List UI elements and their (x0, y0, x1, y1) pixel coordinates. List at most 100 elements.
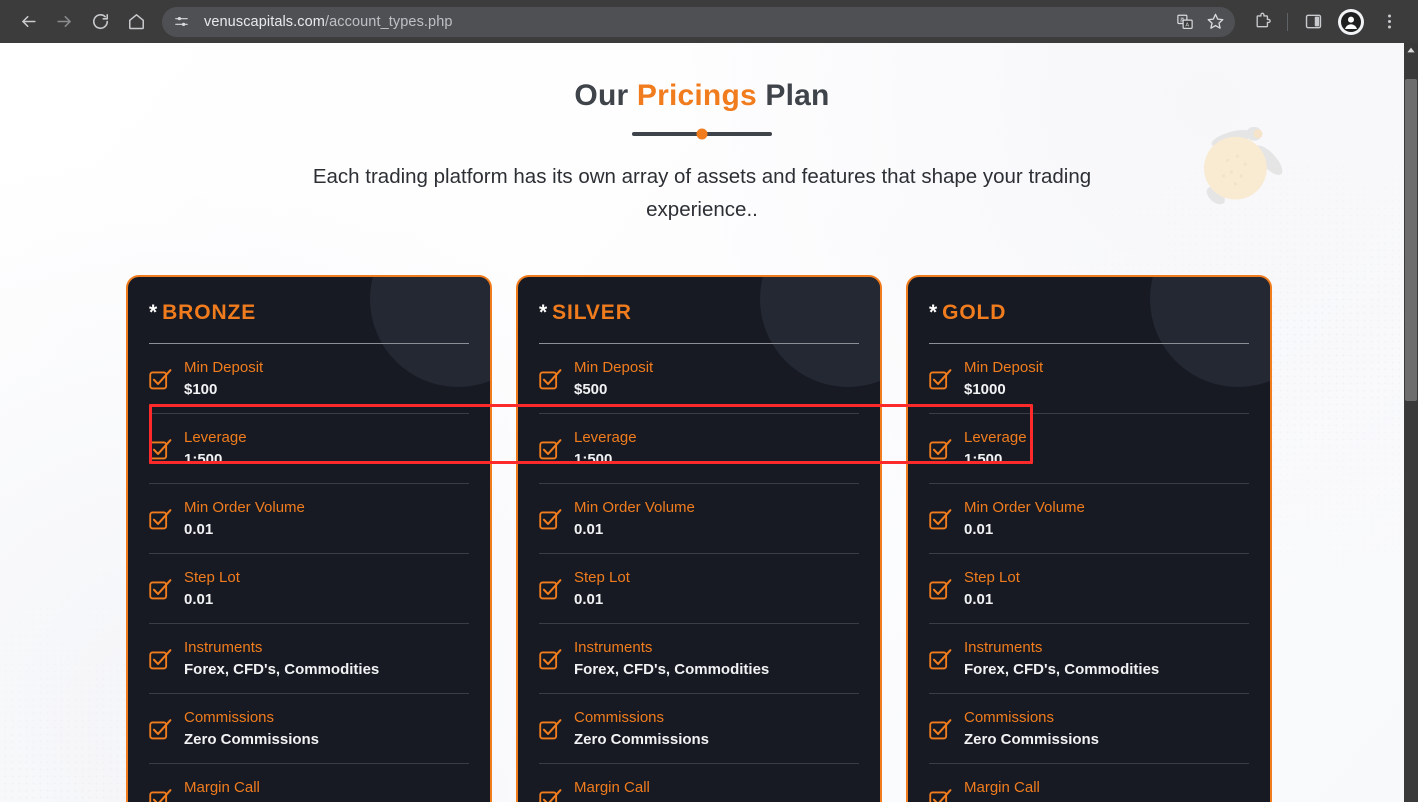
three-dots-vertical-icon (1387, 14, 1391, 29)
checkbox-checked-icon (539, 647, 562, 673)
feature-row[interactable]: Instruments Forex, CFD's, Commodities (929, 624, 1249, 694)
side-panel-button[interactable] (1298, 7, 1328, 37)
card-title: * BRONZE (149, 299, 469, 343)
feature-row[interactable]: Step Lot 0.01 (539, 554, 859, 624)
feature-label: Commissions (964, 709, 1055, 726)
feature-row[interactable]: Min Deposit $100 (149, 344, 469, 414)
pricing-card-gold[interactable]: * GOLD Min Deposit $1000 Leverage 1:500 Min Or… (906, 275, 1272, 802)
feature-label: Margin Call (574, 779, 650, 796)
feature-row[interactable]: Min Order Volume 0.01 (539, 484, 859, 554)
title-suffix: Plan (756, 79, 830, 112)
scrollbar-up-arrow[interactable] (1404, 43, 1418, 57)
card-title-text: GOLD (942, 301, 1007, 324)
home-button[interactable] (121, 7, 151, 37)
feature-row[interactable]: Leverage 1:500 (929, 414, 1249, 484)
feature-row[interactable]: Margin Call100% (929, 764, 1249, 802)
feature-row[interactable]: Commissions Zero Commissions (149, 694, 469, 764)
feature-row[interactable]: Step Lot 0.01 (149, 554, 469, 624)
feature-text: Min Order Volume 0.01 (184, 497, 305, 541)
feature-value: Forex, CFD's, Commodities (184, 661, 380, 678)
card-title-star: * (149, 301, 159, 324)
feature-value: 1:500 (574, 451, 613, 468)
feature-text: Min Deposit $500 (574, 357, 653, 401)
feature-row[interactable]: Leverage 1:500 (149, 414, 469, 484)
pricing-card-silver[interactable]: * SILVER Min Deposit $500 Leverage 1:500 Min O… (516, 275, 882, 802)
feature-row[interactable]: Margin Call100% (149, 764, 469, 802)
checkbox-checked-icon (929, 577, 952, 603)
feature-text: Step Lot 0.01 (574, 567, 630, 611)
checkbox-checked-icon (149, 507, 172, 533)
checkbox-checked-icon (929, 507, 952, 533)
chrome-menu-button[interactable] (1374, 7, 1404, 37)
feature-value: $100 (184, 381, 218, 398)
profile-button[interactable] (1336, 7, 1366, 37)
feature-row[interactable]: Min Order Volume 0.01 (929, 484, 1249, 554)
address-bar[interactable]: venuscapitals.com/account_types.php あ A (162, 6, 1235, 37)
feature-label: Commissions (574, 709, 665, 726)
feature-label: Step Lot (184, 569, 240, 586)
extensions-puzzle-icon (1256, 12, 1271, 28)
feature-value: $1000 (964, 381, 1006, 398)
feature-text: Leverage 1:500 (964, 427, 1027, 471)
reload-button[interactable] (85, 7, 115, 37)
title-prefix: Our (574, 79, 637, 112)
forward-button[interactable] (49, 7, 79, 37)
checkbox-checked-icon (929, 789, 952, 802)
bookmark-button[interactable] (1201, 8, 1229, 36)
feature-label: Min Order Volume (964, 499, 1085, 516)
avatar (1338, 8, 1364, 35)
site-settings-icon[interactable] (168, 9, 194, 35)
checkbox-checked-icon (929, 787, 952, 802)
vertical-scrollbar[interactable] (1404, 43, 1418, 802)
url-path: /account_types.php (324, 13, 453, 30)
feature-label: Instruments (964, 639, 1043, 656)
checkbox-checked-icon (929, 649, 952, 670)
scrollbar-thumb[interactable] (1405, 79, 1417, 401)
pricing-card-bronze[interactable]: * BRONZE Min Deposit $100 Leverage 1:500 Min O… (126, 275, 492, 802)
feature-value: 1:500 (964, 451, 1003, 468)
feature-label: Margin Call (964, 779, 1040, 796)
checkbox-checked-icon (929, 719, 952, 740)
feature-value: Forex, CFD's, Commodities (574, 661, 770, 678)
checkbox-checked-icon (539, 509, 562, 530)
pricing-header: Our Pricings Plan Each trading platform … (0, 43, 1404, 226)
feature-label: Margin Call (184, 779, 260, 796)
feature-row[interactable]: Commissions Zero Commissions (539, 694, 859, 764)
card-title-text: BRONZE (162, 301, 257, 324)
feature-row[interactable]: Commissions Zero Commissions (929, 694, 1249, 764)
card-title-star: * (539, 301, 549, 324)
feature-row[interactable]: Margin Call100% (539, 764, 859, 802)
checkbox-checked-icon (149, 509, 172, 530)
back-button[interactable] (13, 7, 43, 37)
feature-row[interactable]: Step Lot 0.01 (929, 554, 1249, 624)
title-accent: Pricings (636, 79, 757, 112)
checkbox-checked-icon (929, 369, 952, 390)
feature-row[interactable]: Instruments Forex, CFD's, Commodities (539, 624, 859, 694)
feature-value: 0.01 (964, 591, 994, 608)
checkbox-checked-icon (539, 579, 562, 600)
page-content: Our Pricings Plan Each trading platform … (0, 43, 1404, 802)
feature-text: Step Lot 0.01 (964, 567, 1020, 611)
extensions-button[interactable] (1247, 7, 1277, 37)
feature-text: Instruments Forex, CFD's, Commodities (574, 637, 769, 681)
checkbox-checked-icon (149, 717, 172, 743)
feature-row[interactable]: Instruments Forex, CFD's, Commodities (149, 624, 469, 694)
feature-label: Min Deposit (184, 359, 264, 376)
feature-label: Min Deposit (964, 359, 1044, 376)
feature-row[interactable]: Min Deposit $500 (539, 344, 859, 414)
checkbox-checked-icon (149, 719, 172, 740)
feature-row[interactable]: Leverage 1:500 (539, 414, 859, 484)
checkbox-checked-icon (149, 789, 172, 802)
checkbox-checked-icon (929, 647, 952, 673)
feature-row[interactable]: Min Deposit $1000 (929, 344, 1249, 414)
checkbox-checked-icon (149, 439, 172, 460)
translate-button[interactable]: あ A (1171, 8, 1199, 36)
feature-value: 0.01 (964, 521, 994, 538)
feature-text: Commissions Zero Commissions (574, 707, 709, 751)
feature-label: Step Lot (574, 569, 630, 586)
feature-value: $500 (574, 381, 608, 398)
checkbox-checked-icon (149, 367, 172, 393)
checkbox-checked-icon (539, 577, 562, 603)
feature-text: Margin Call100% (184, 777, 260, 802)
feature-row[interactable]: Min Order Volume 0.01 (149, 484, 469, 554)
